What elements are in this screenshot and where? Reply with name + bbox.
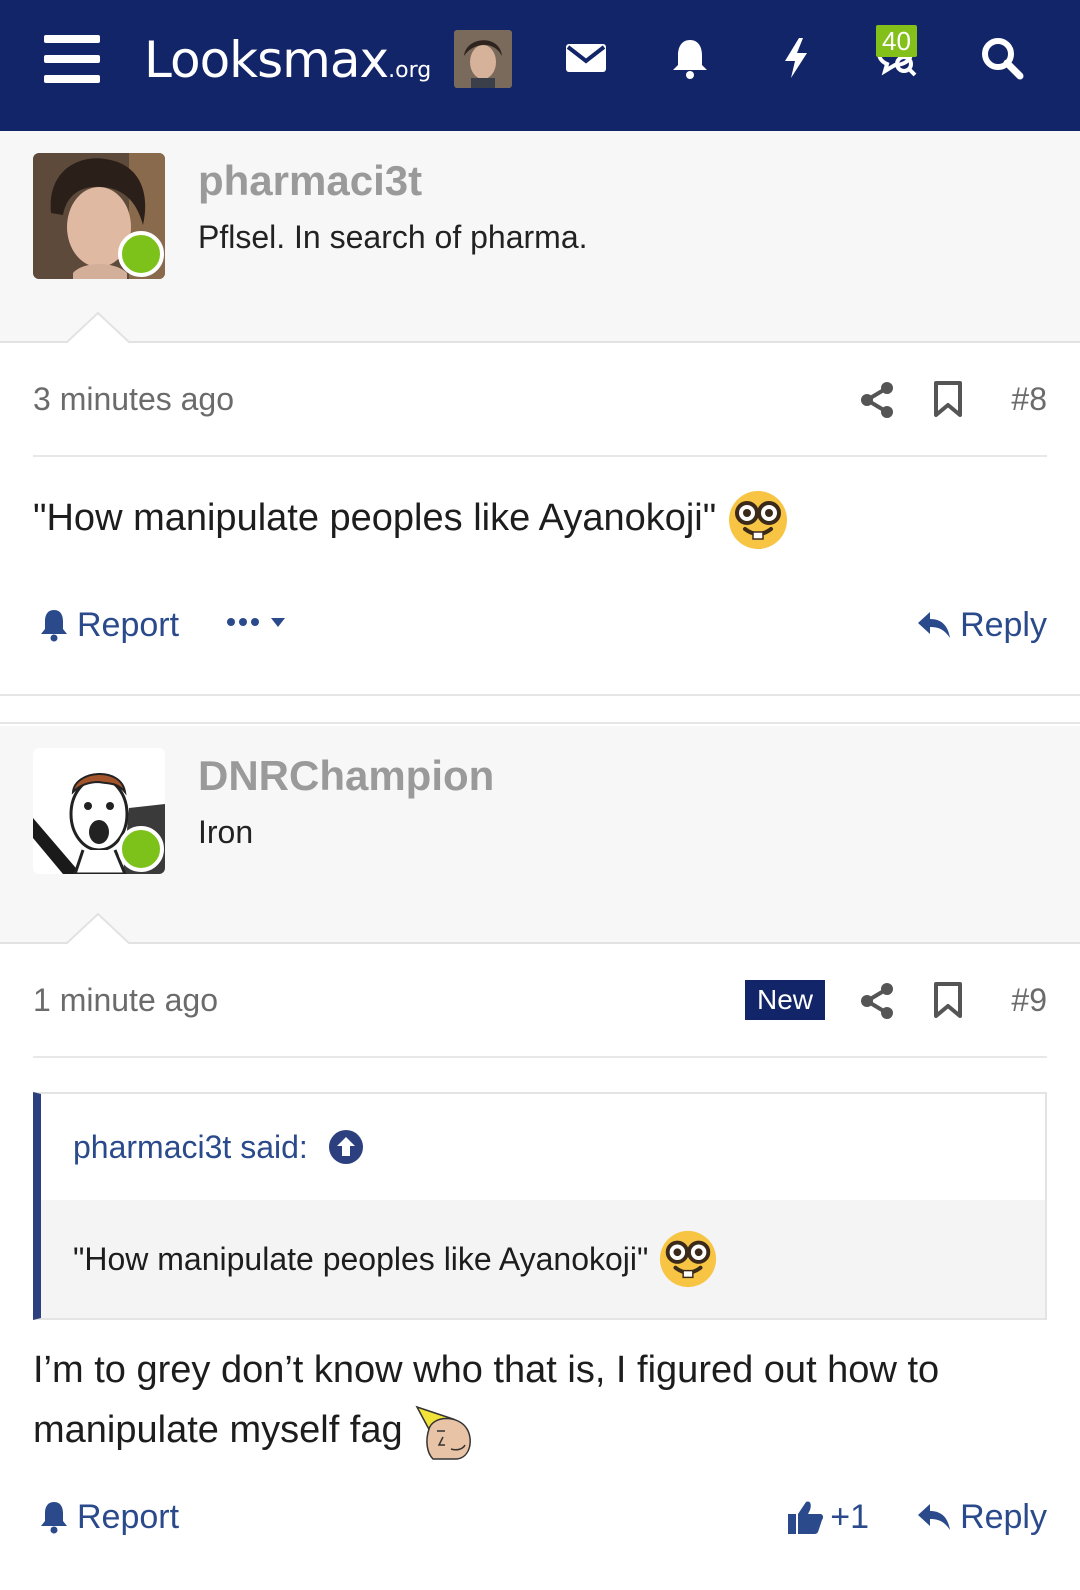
post-meta: 1 minute ago New #9 [33,946,1047,1058]
whats-new-bolt-icon[interactable] [768,30,824,86]
post-timestamp[interactable]: 3 minutes ago [33,379,234,419]
bell-icon [41,1502,67,1534]
username[interactable]: pharmaci3t [198,155,422,207]
site-logo[interactable]: Looksmax.org [144,30,431,101]
quote-text: "How manipulate peoples like Ayanokoji" [73,1240,649,1277]
reply-button[interactable]: Reply [916,1492,1047,1542]
post-message: "How manipulate peoples like Ayanokoji" [33,488,1047,551]
user-arrow-pointer [66,311,130,343]
online-status-indicator [118,231,164,277]
like-button[interactable]: +1 [786,1492,869,1542]
post-message: I’m to grey don’t know who that is, I fi… [33,1340,1047,1461]
username[interactable]: DNRChampion [198,750,494,802]
share-icon[interactable] [859,381,895,419]
bell-icon [41,610,67,642]
share-icon[interactable] [859,982,895,1020]
user-title: Iron [198,814,254,850]
thumbs-up-icon [788,1501,824,1534]
search-icon[interactable] [974,30,1030,86]
online-status-indicator [118,826,164,872]
report-button[interactable]: Report [39,600,179,650]
report-button[interactable]: Report [39,1492,179,1542]
bookmark-icon[interactable] [933,381,963,417]
message-text: I’m to grey don’t know who that is, I fi… [33,1349,940,1451]
account-avatar[interactable] [454,30,512,88]
inbox-icon[interactable] [558,30,614,86]
quoted-post: pharmaci3t said: "How manipulate peoples… [33,1092,1047,1320]
post-user-header: pharmaci3t Pflsel. In search of pharma. [0,131,1080,343]
nerd-face-emoji [728,490,787,549]
nerd-face-emoji [660,1230,717,1288]
post-timestamp[interactable]: 1 minute ago [33,980,218,1020]
quote-header[interactable]: pharmaci3t said: [41,1094,1045,1200]
post-number[interactable]: #9 [1011,980,1047,1020]
reply-arrow-icon [918,612,951,638]
new-post-badge: New [744,980,825,1020]
arrow-up-circle-icon[interactable] [328,1129,364,1165]
chad-icon [415,1405,472,1460]
post-user-header: DNRChampion Iron [0,726,1080,944]
post-meta: 3 minutes ago #8 [33,345,1047,457]
user-arrow-pointer [66,912,130,944]
post-number[interactable]: #8 [1011,379,1047,419]
quote-author[interactable]: pharmaci3t said: [73,1129,308,1166]
like-count: +1 [830,1498,869,1536]
reply-arrow-icon [918,1504,951,1530]
new-posts-count-badge: 40 [876,25,917,57]
alerts-bell-icon[interactable] [662,30,718,86]
user-title: Pflsel. In search of pharma. [198,219,588,255]
reply-button[interactable]: Reply [916,600,1047,650]
message-text: "How manipulate peoples like Ayanokoji" [33,497,717,539]
top-navigation-bar: Looksmax.org 40 [0,0,1080,131]
bookmark-icon[interactable] [933,982,963,1018]
post-separator [0,694,1080,724]
quote-content: "How manipulate peoples like Ayanokoji" [41,1200,1045,1318]
more-options-dropdown[interactable] [223,604,293,644]
post-actions: Report +1 Reply [33,1492,1047,1542]
post-actions: Report Reply [33,600,1047,650]
menu-icon[interactable] [44,35,100,83]
